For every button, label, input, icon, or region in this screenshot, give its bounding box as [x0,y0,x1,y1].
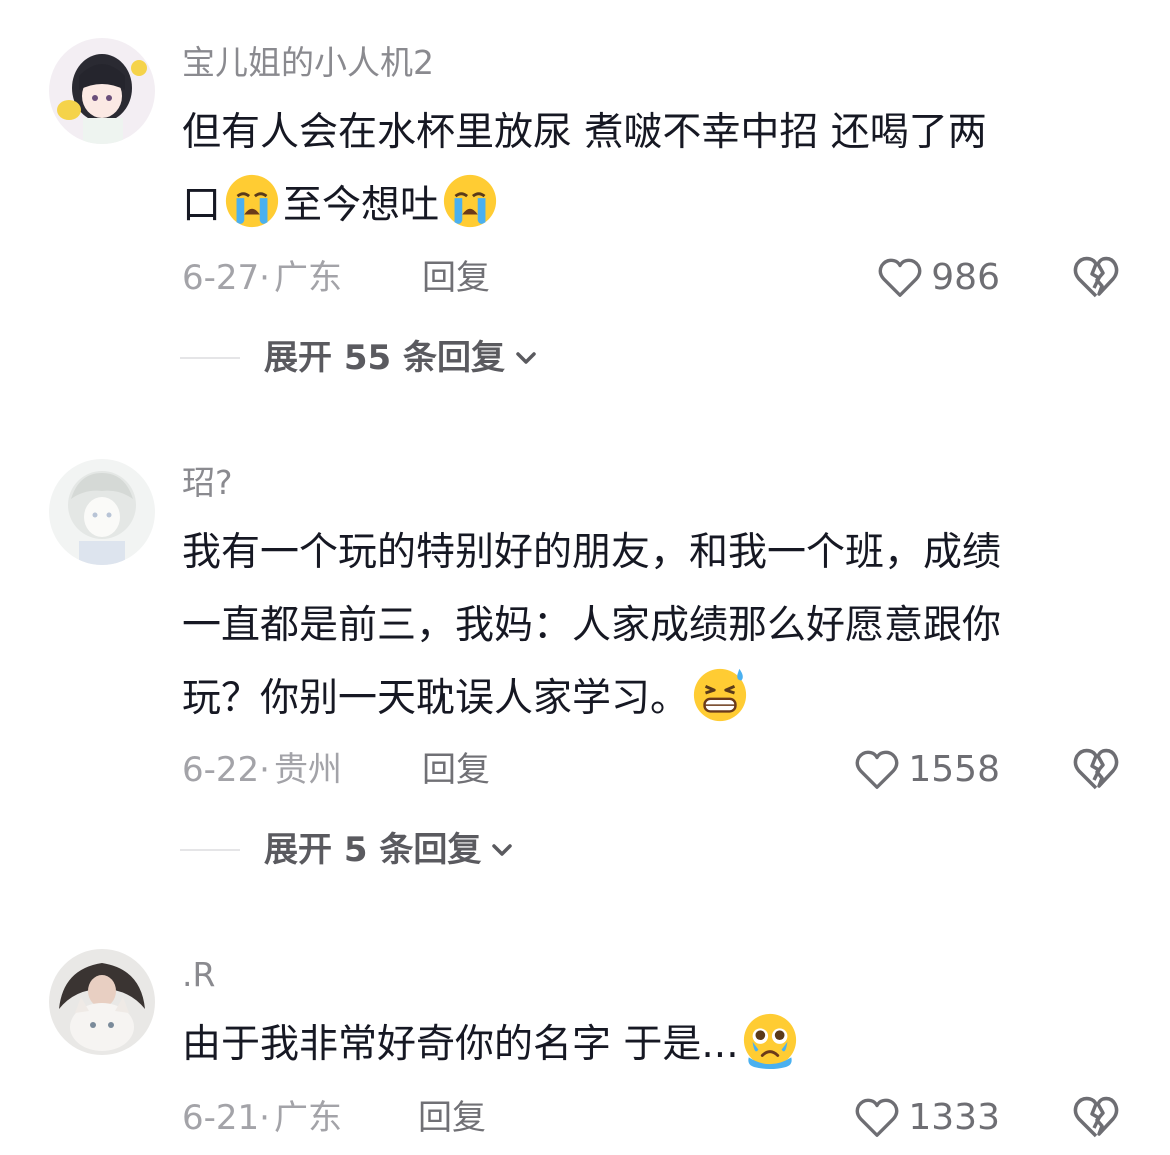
comment-text-segment: 由于我非常好奇你的名字 于是... [182,1022,739,1067]
reply-button[interactable]: 回复 [418,1098,486,1138]
comment-text-segment: 至今想吐 [283,183,440,228]
like-button[interactable]: 1333 [854,1094,1000,1142]
username[interactable]: 玿? [182,463,233,503]
comment-text-segment: 口 [182,183,222,228]
comment-location: 广东 [273,258,342,298]
avatar[interactable] [49,459,155,565]
comment-line: 由于我非常好奇你的名字 于是... [182,1008,1132,1081]
meta-separator: · [259,258,270,298]
comment-text: 但有人会在水杯里放尿 煮啵不幸中招 还喝了两 口 至今想吐 [182,96,1132,242]
expand-replies-button[interactable]: 展开 5 条回复 [180,828,515,872]
broken-heart-icon[interactable] [1072,1094,1120,1140]
reply-button[interactable]: 回复 [422,258,490,298]
like-button[interactable]: 1558 [854,746,1000,794]
comment-location: 广东 [273,1098,342,1138]
comment-date: 6-22 [182,750,260,790]
meta-separator: · [259,750,270,790]
grinning-sweat-face-icon [693,668,747,722]
avatar[interactable] [49,949,155,1055]
divider [180,849,240,851]
comment-line: 我有一个玩的特别好的朋友，和我一个班，成绩 [182,530,1002,575]
username[interactable]: 宝儿姐的小人机2 [182,43,434,83]
comment-line: 但有人会在水杯里放尿 煮啵不幸中招 还喝了两 [182,110,987,155]
comment-text: 我有一个玩的特别好的朋友，和我一个班，成绩 一直都是前三，我妈：人家成绩那么好愿… [182,516,1132,735]
heart-outline-icon [855,1098,899,1137]
chevron-down-icon [492,844,513,856]
expand-replies-label: 展开 5 条回复 [264,830,482,870]
like-button[interactable]: 986 [877,254,1000,302]
like-count: 1333 [908,1097,1000,1138]
chevron-down-icon [516,352,536,364]
comment-text-segment: 玩？你别一天耽误人家学习。 [182,676,690,721]
comment-meta: 6-27· 广东 [182,258,342,298]
comment-location: 贵州 [273,750,342,790]
expand-replies-label: 展开 55 条回复 [264,338,505,378]
pleading-tear-face-icon [743,1013,796,1069]
comment-text: 由于我非常好奇你的名字 于是... [182,1008,1132,1081]
like-count: 986 [931,257,1000,298]
expand-replies-button[interactable]: 展开 55 条回复 [180,336,539,380]
comment-line: 口 至今想吐 [182,169,1132,242]
comment-line: 玩？你别一天耽误人家学习。 [182,662,1132,735]
meta-separator: · [259,1098,270,1138]
like-count: 1558 [908,749,1000,790]
comment-date: 6-21 [182,1098,260,1138]
username[interactable]: .R [182,955,215,995]
heart-outline-icon [855,750,899,789]
loudly-crying-face-icon [225,174,279,228]
comment-meta: 6-21· 广东 [182,1098,342,1138]
comment-meta: 6-22· 贵州 [182,750,342,790]
heart-outline-icon [878,258,922,297]
divider [180,357,240,359]
comment-line: 一直都是前三，我妈：人家成绩那么好愿意跟你 [182,603,1002,648]
reply-button[interactable]: 回复 [422,750,490,790]
comment-date: 6-27 [182,258,260,298]
loudly-crying-face-icon [443,174,497,228]
broken-heart-icon[interactable] [1072,254,1120,300]
broken-heart-icon[interactable] [1072,746,1120,792]
avatar[interactable] [49,38,155,144]
